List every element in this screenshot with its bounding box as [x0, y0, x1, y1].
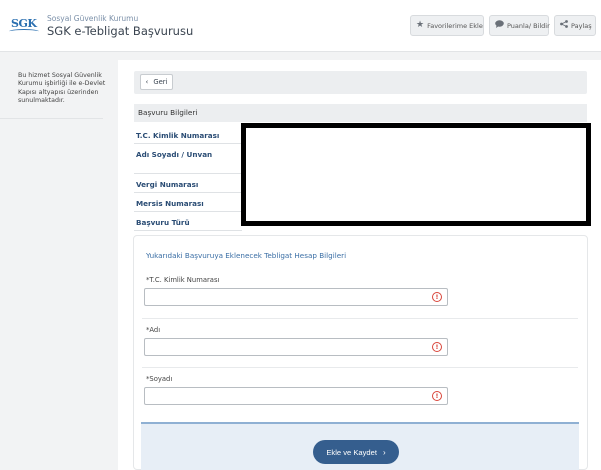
last-name-input[interactable]	[144, 387, 448, 405]
star-icon: ★	[416, 20, 425, 30]
rate-feedback-button[interactable]: Puanla/ Bildir	[489, 15, 550, 36]
top-header: SGK Sosyal Güvenlik Kurumu SGK e-Tebliga…	[0, 0, 601, 52]
add-and-save-label: Ekle ve Kaydet	[326, 447, 377, 457]
sidebar-divider	[0, 118, 103, 119]
form-title: Yukarıdaki Başvuruya Eklenecek Tebligat …	[146, 251, 347, 260]
back-bar	[134, 71, 587, 94]
first-name-input[interactable]	[144, 338, 448, 356]
sgk-logo[interactable]: SGK	[9, 17, 39, 35]
warning-icon: !	[432, 342, 442, 352]
info-divider	[134, 211, 242, 212]
chevron-left-icon: ‹	[145, 78, 149, 86]
first-name-field-label: *Adı	[146, 326, 161, 334]
organization-name: Sosyal Güvenlik Kurumu	[47, 14, 139, 23]
add-and-save-button[interactable]: Ekle ve Kaydet ›	[313, 440, 399, 464]
info-label-mersis: Mersis Numarası	[136, 199, 204, 208]
back-label: Geri	[153, 78, 168, 86]
add-favorite-label: Favorilerime Ekle	[427, 21, 483, 30]
add-favorite-button[interactable]: ★ Favorilerime Ekle	[410, 15, 484, 36]
share-label: Paylaş	[571, 21, 592, 30]
section-title: Başvuru Bilgileri	[138, 108, 198, 117]
section-header-bar	[134, 104, 587, 122]
last-name-field-label: *Soyadı	[146, 375, 173, 383]
back-button[interactable]: ‹ Geri	[140, 74, 173, 90]
info-label-name: Adı Soyadı / Unvan	[136, 150, 213, 159]
info-divider	[134, 192, 242, 193]
field-divider	[142, 318, 578, 319]
tc-kimlik-input[interactable]	[144, 288, 448, 306]
chevron-right-icon: ›	[382, 447, 386, 457]
warning-icon: !	[432, 292, 442, 302]
service-title: SGK e-Tebligat Başvurusu	[47, 24, 194, 38]
tc-field-label: *T.C. Kimlik Numarası	[146, 276, 220, 284]
redacted-values-box	[241, 123, 591, 226]
share-button[interactable]: Paylaş	[554, 15, 596, 36]
info-label-type: Başvuru Türü	[136, 218, 190, 227]
info-divider	[134, 173, 242, 174]
info-divider	[134, 143, 242, 144]
info-label-tc: T.C. Kimlik Numarası	[136, 131, 220, 140]
field-divider	[142, 367, 578, 368]
comment-icon	[495, 20, 504, 31]
share-icon	[560, 20, 568, 31]
info-label-tax: Vergi Numarası	[136, 180, 199, 189]
rate-feedback-label: Puanla/ Bildir	[507, 21, 550, 30]
info-divider	[134, 230, 242, 231]
logo-swoosh	[9, 29, 39, 34]
sidebar-service-note: Bu hizmet Sosyal Güvenlik Kurumu işbirli…	[18, 72, 106, 105]
warning-icon: !	[432, 391, 442, 401]
